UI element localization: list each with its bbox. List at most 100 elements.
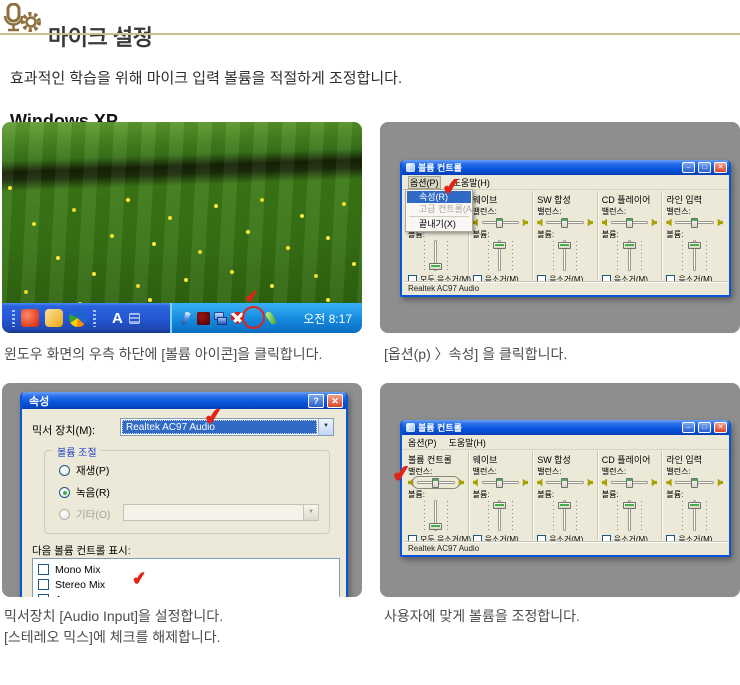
annotation-check-icon: ✔ xyxy=(244,289,260,307)
annotation-check-icon: ✔ xyxy=(391,462,412,486)
properties-dialog: 속성 ? ✕ 믹서 장치(M): Realtek AC97 Audio ▼ ✔ … xyxy=(20,392,348,597)
radio-selected-icon[interactable] xyxy=(59,487,70,498)
balance-slider[interactable] xyxy=(611,481,649,484)
list-item-stereo-mix[interactable]: Stereo Mix xyxy=(38,577,334,592)
language-bar-grip[interactable] xyxy=(93,310,96,327)
volume-slider[interactable] xyxy=(666,240,723,271)
volume-label: 볼륨: xyxy=(602,489,658,499)
volume-slider[interactable] xyxy=(408,500,464,531)
balance-label: 밸런스: xyxy=(602,206,658,216)
list-item-label: Mono Mix xyxy=(55,564,101,576)
quicklaunch-icon-1[interactable] xyxy=(21,309,39,327)
volume-slider[interactable] xyxy=(473,240,529,271)
chevron-down-icon[interactable]: ▼ xyxy=(318,419,333,435)
list-item-aux[interactable]: Aux xyxy=(38,592,334,597)
close-button[interactable]: ✕ xyxy=(327,394,343,408)
volume-slider[interactable] xyxy=(537,240,593,271)
volume-slider-thumb[interactable] xyxy=(623,502,636,509)
volume-slider-thumb[interactable] xyxy=(429,263,442,270)
media-player-icon[interactable] xyxy=(69,309,87,327)
desktop-wallpaper xyxy=(2,122,362,303)
balance-slider[interactable] xyxy=(546,221,584,224)
taskbar: A ✔ 오전 8:17 xyxy=(2,303,362,333)
checkbox-icon[interactable] xyxy=(38,579,49,590)
volume-slider-thumb[interactable] xyxy=(558,242,571,249)
tray-network-icon[interactable] xyxy=(214,312,227,325)
tray-pen-icon[interactable] xyxy=(265,311,278,326)
balance-label: 밸런스: xyxy=(473,466,529,476)
volume-slider-thumb[interactable] xyxy=(688,502,701,509)
list-item-mono-mix[interactable]: Mono Mix xyxy=(38,562,334,577)
menu-options[interactable]: 옵션(P) xyxy=(408,176,441,189)
menu-options[interactable]: 옵션(P) xyxy=(408,436,437,449)
balance-slider-thumb[interactable] xyxy=(432,478,439,488)
balance-slider[interactable] xyxy=(546,481,584,484)
radio-playback[interactable]: 재생(P) xyxy=(59,463,109,478)
tray-alert-icon[interactable] xyxy=(197,312,210,325)
volume-slider[interactable] xyxy=(666,500,723,531)
radio-icon[interactable] xyxy=(59,465,70,476)
volume-slider[interactable] xyxy=(408,240,464,271)
tray-tool-icon[interactable] xyxy=(180,312,193,325)
volume-slider-thumb[interactable] xyxy=(623,242,636,249)
balance-label: 밸런스: xyxy=(537,466,593,476)
balance-slider-thumb[interactable] xyxy=(561,218,568,228)
window-titlebar[interactable]: 볼륨 컨트롤 – □ ✕ xyxy=(402,160,729,175)
menu-help[interactable]: 도움말(H) xyxy=(449,436,486,449)
language-indicator[interactable]: A xyxy=(112,310,123,327)
checkbox-icon[interactable] xyxy=(38,594,49,597)
dialog-titlebar[interactable]: 속성 ? ✕ xyxy=(22,392,346,409)
maximize-button[interactable]: □ xyxy=(698,422,711,433)
balance-slider[interactable] xyxy=(482,221,520,224)
balance-label: 밸런스: xyxy=(666,206,723,216)
volume-slider[interactable] xyxy=(537,500,593,531)
volume-slider[interactable] xyxy=(473,500,529,531)
minimize-button[interactable]: – xyxy=(682,162,695,173)
microphone-gear-icon xyxy=(4,3,42,33)
close-button[interactable]: ✕ xyxy=(714,162,727,173)
mixer-device-select[interactable]: Realtek AC97 Audio ▼ xyxy=(120,418,334,436)
balance-slider-thumb[interactable] xyxy=(496,478,503,488)
ime-options-icon[interactable] xyxy=(129,313,140,324)
volume-slider[interactable] xyxy=(602,500,658,531)
other-device-select-disabled: ▼ xyxy=(123,504,319,521)
quicklaunch-icon-2[interactable] xyxy=(45,309,63,327)
volume-slider-thumb[interactable] xyxy=(688,242,701,249)
balance-slider[interactable] xyxy=(675,221,714,224)
channel-label: CD 플레이어 xyxy=(602,193,658,206)
balance-slider-thumb[interactable] xyxy=(561,478,568,488)
balance-slider-thumb[interactable] xyxy=(691,478,698,488)
volume-slider-thumb[interactable] xyxy=(429,523,442,530)
speaker-low-icon xyxy=(602,479,609,487)
balance-slider-thumb[interactable] xyxy=(626,218,633,228)
maximize-button[interactable]: □ xyxy=(698,162,711,173)
minimize-button[interactable]: – xyxy=(682,422,695,433)
status-bar: Realtek AC97 Audio xyxy=(404,541,727,554)
menu-item-exit[interactable]: 끝내기(X) xyxy=(407,218,471,230)
quicklaunch-grip[interactable] xyxy=(12,310,15,327)
balance-slider[interactable] xyxy=(482,481,520,484)
step-caption-1: 윈도우 화면의 우측 하단에 [볼륨 아이콘]을 클릭합니다. xyxy=(4,344,322,365)
channel-label: 웨이브 xyxy=(473,193,529,206)
balance-slider[interactable] xyxy=(417,481,455,484)
volume-label: 볼륨: xyxy=(666,489,723,499)
balance-slider[interactable] xyxy=(611,221,649,224)
balance-slider[interactable] xyxy=(675,481,714,484)
volume-slider-thumb[interactable] xyxy=(493,502,506,509)
close-button[interactable]: ✕ xyxy=(714,422,727,433)
balance-slider-thumb[interactable] xyxy=(496,218,503,228)
help-button[interactable]: ? xyxy=(308,394,324,408)
mixer-channel: SW 합성밸런스:볼륨:음소거(M) xyxy=(533,191,598,280)
taskbar-clock[interactable]: 오전 8:17 xyxy=(303,310,356,327)
volume-slider-thumb[interactable] xyxy=(558,502,571,509)
balance-slider-thumb[interactable] xyxy=(626,478,633,488)
checkbox-icon[interactable] xyxy=(38,564,49,575)
radio-recording[interactable]: 녹음(R) xyxy=(59,485,110,500)
volume-slider[interactable] xyxy=(602,240,658,271)
balance-label: 밸런스: xyxy=(666,466,723,476)
balance-slider-thumb[interactable] xyxy=(691,218,698,228)
annotation-check-icon: ✔ xyxy=(441,175,462,199)
mixer-channel: 웨이브밸런스:볼륨:음소거(M) xyxy=(469,191,534,280)
window-titlebar[interactable]: 볼륨 컨트롤 – □ ✕ xyxy=(402,420,729,435)
volume-slider-thumb[interactable] xyxy=(493,242,506,249)
